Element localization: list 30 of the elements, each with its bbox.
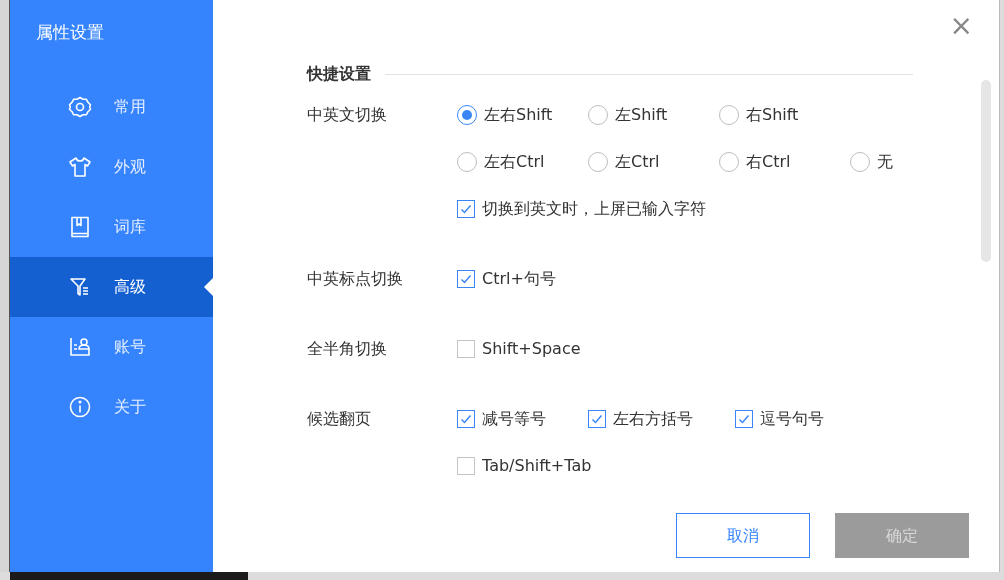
id-card-icon (68, 335, 92, 359)
setting-label: 中英文切换 (307, 104, 388, 126)
radio-option[interactable]: 右Shift (719, 101, 850, 128)
sidebar-title: 属性设置 (35, 21, 105, 44)
radio-option[interactable]: 左Ctrl (588, 148, 719, 175)
selection-pointer (204, 278, 213, 296)
radio-option[interactable]: 左右Shift (457, 101, 588, 128)
gear-icon (68, 95, 92, 119)
scrollbar-thumb[interactable] (981, 80, 991, 262)
checkbox-option[interactable]: 切换到英文时，上屏已输入字符 (457, 195, 706, 222)
section-title: 快捷设置 (307, 63, 371, 85)
checkbox-option[interactable]: 逗号句号 (735, 405, 824, 432)
checkbox-option[interactable]: 左右方括号 (588, 405, 693, 432)
radio-option[interactable]: 右Ctrl (719, 148, 850, 175)
book-icon (68, 215, 92, 239)
radio-option[interactable]: 左Shift (588, 101, 719, 128)
cancel-button[interactable]: 取消 (676, 513, 810, 558)
setting-label: 全半角切换 (307, 338, 388, 360)
radio-option[interactable]: 无 (850, 148, 981, 175)
setting-label: 候选翻页 (307, 408, 372, 430)
shirt-icon (68, 155, 92, 179)
checkbox-option[interactable]: Tab/Shift+Tab (457, 452, 592, 479)
info-icon (68, 395, 92, 419)
close-button[interactable]: × (945, 12, 977, 40)
sidebar-item[interactable]: 高级 (10, 257, 213, 317)
setting-label: 中英标点切换 (307, 268, 404, 290)
checkbox-option[interactable]: Shift+Space (457, 335, 581, 362)
radio-option[interactable]: 左右Ctrl (457, 148, 588, 175)
checkbox-option[interactable]: Ctrl+句号 (457, 265, 556, 292)
checkbox-option[interactable]: 减号等号 (457, 405, 546, 432)
